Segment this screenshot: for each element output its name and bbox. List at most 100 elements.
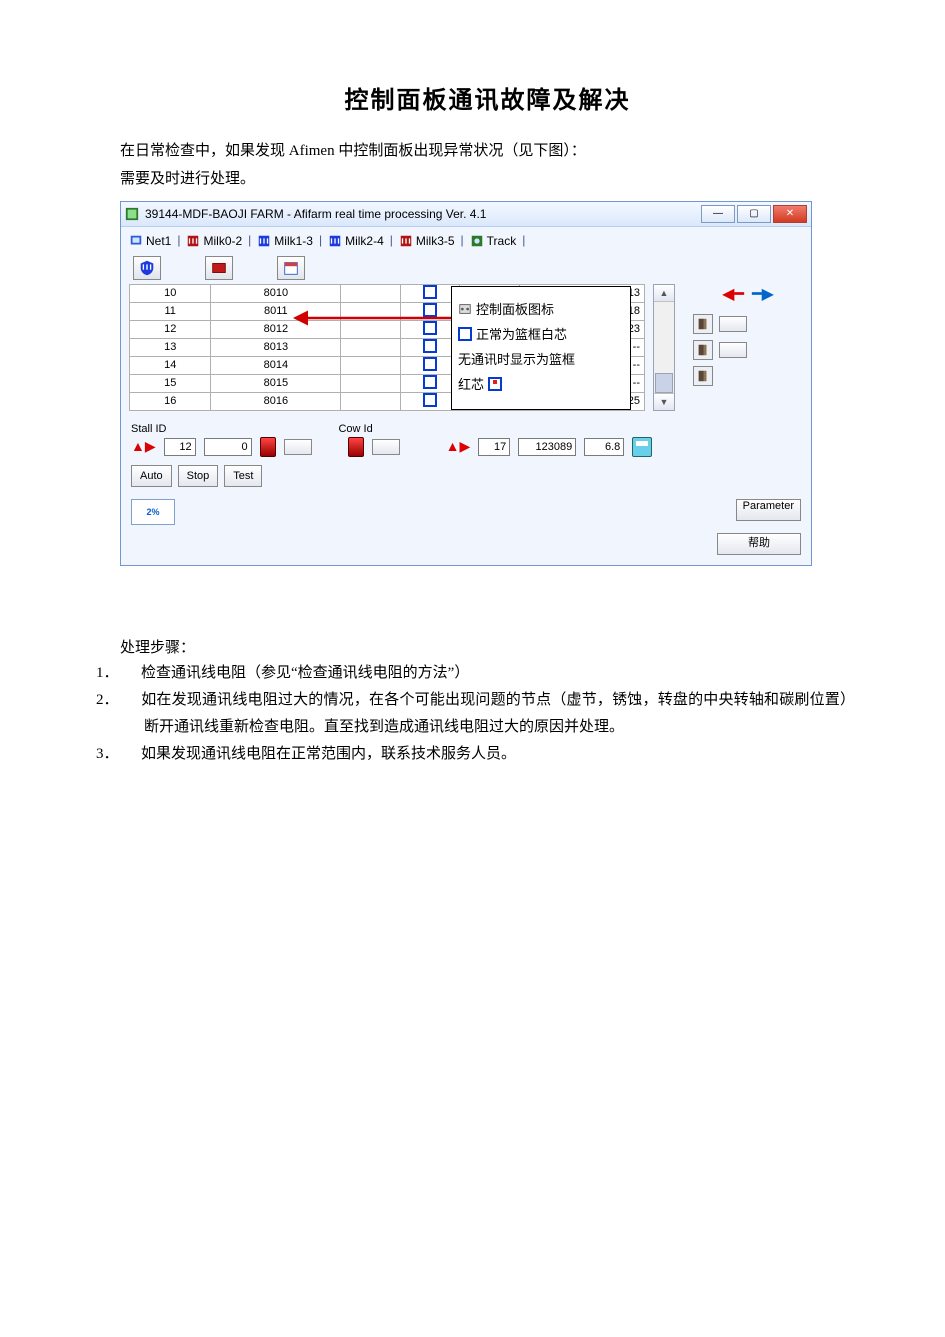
left-idx-field[interactable]: 12 [164, 438, 196, 456]
tab-label: Milk1-3 [274, 234, 313, 248]
red-lamp-icon [260, 437, 276, 457]
panel-row [693, 340, 803, 360]
step-text: 检查通讯线电阻（参见“检查通讯线电阻的方法”） [141, 665, 469, 681]
callout-text: 正常为篮框白芯 [476, 324, 567, 343]
red-cube-icon[interactable] [205, 256, 233, 280]
stall-id: 8016 [211, 392, 341, 410]
step-text: 如果发现通讯线电阻在正常范围内，联系技术服务人员。 [141, 746, 516, 762]
stall-id: 8011 [211, 302, 341, 320]
cow-id-label: Cow Id [338, 423, 372, 435]
door-icon[interactable] [693, 366, 713, 386]
tab-separator: | [177, 233, 180, 247]
row-index: 14 [130, 356, 211, 374]
panel-button[interactable] [719, 316, 747, 332]
shield-icon[interactable] [133, 256, 161, 280]
tab-track[interactable]: Track [470, 233, 517, 248]
tab-milk1-3[interactable]: Milk1-3 [257, 233, 313, 248]
red-lamp-icon [348, 437, 364, 457]
tab-label: Net1 [146, 234, 171, 248]
panel-icon [458, 302, 472, 316]
blue-box-red-icon [488, 377, 502, 391]
intro-line-2: 需要及时进行处理。 [120, 167, 855, 191]
nav-right-icon[interactable]: ━▶ [752, 284, 774, 304]
steps-list: 1．检查通讯线电阻（参见“检查通讯线电阻的方法”） 2．如在发现通讯线电阻过大的… [120, 660, 855, 768]
intro-line-1: 在日常检查中，如果发现 Afimen 中控制面板出现异常状况（见下图）： [120, 139, 855, 163]
bottom-row: 2% Parameter [121, 493, 811, 533]
row-index: 11 [130, 302, 211, 320]
tabs-row: Net1 | Milk0-2 | Milk1-3 | Milk2-4 | [121, 227, 811, 252]
stop-button[interactable]: Stop [178, 465, 219, 487]
scroll-down-icon[interactable]: ▼ [654, 393, 674, 410]
tab-milk0-2[interactable]: Milk0-2 [186, 233, 242, 248]
status-box-icon [423, 393, 437, 407]
callout-line-2: 正常为篮框白芯 [458, 324, 624, 343]
tab-label: Track [487, 234, 517, 248]
close-button[interactable]: ✕ [773, 205, 807, 223]
brand-logo: 2% [131, 499, 175, 525]
tab-separator: | [390, 233, 393, 247]
scroll-thumb[interactable] [655, 373, 673, 393]
stall-id: 8013 [211, 338, 341, 356]
stall-id: 8014 [211, 356, 341, 374]
arrow-up-icon[interactable]: ▲▶ [131, 438, 156, 455]
save-icon[interactable] [632, 437, 652, 457]
door-icon[interactable] [693, 314, 713, 334]
right-cow-field[interactable]: 123089 [518, 438, 576, 456]
embedded-app-window: 39144-MDF-BAOJI FARM - Afifarm real time… [120, 201, 812, 566]
row-index: 15 [130, 374, 211, 392]
minimize-button[interactable]: — [701, 205, 735, 223]
tab-label: Milk3-5 [416, 234, 455, 248]
auto-button[interactable]: Auto [131, 465, 172, 487]
right-panel: ◀━ ━▶ [683, 284, 803, 411]
step-text: 如在发现通讯线电阻过大的情况，在各个可能出现问题的节点（虚节，锈蚀，转盘的中央转… [141, 692, 855, 735]
tab-milk3-5[interactable]: Milk3-5 [399, 233, 455, 248]
stall-id: 8012 [211, 320, 341, 338]
callout-line-4: 红芯 [458, 374, 624, 393]
test-button[interactable]: Test [224, 465, 262, 487]
help-row: 帮助 [121, 533, 811, 565]
stall-id: 8015 [211, 374, 341, 392]
status-box-icon [423, 357, 437, 371]
door-icon[interactable] [693, 340, 713, 360]
milk-icon-red [399, 234, 413, 248]
row-index: 16 [130, 392, 211, 410]
page-title: 控制面板通讯故障及解决 [120, 80, 855, 115]
parameter-button[interactable]: Parameter [736, 499, 801, 521]
help-button[interactable]: 帮助 [717, 533, 801, 555]
panel-button[interactable] [719, 342, 747, 358]
callout-line-3: 无通讯时显示为篮框 [458, 349, 624, 368]
tab-separator: | [461, 233, 464, 247]
track-icon [470, 234, 484, 248]
tab-net1[interactable]: Net1 [129, 233, 171, 248]
milk-icon-red [186, 234, 200, 248]
panel-row [693, 366, 803, 386]
panel-row [693, 314, 803, 334]
step-number: 2． [120, 687, 141, 714]
panel-button[interactable] [372, 439, 400, 455]
status-box-icon [423, 303, 437, 317]
tab-milk2-4[interactable]: Milk2-4 [328, 233, 384, 248]
panel-button[interactable] [284, 439, 312, 455]
nav-left-icon[interactable]: ◀━ [722, 284, 744, 304]
right-idx-field[interactable]: 17 [478, 438, 510, 456]
row-index: 13 [130, 338, 211, 356]
list-item: 2．如在发现通讯线电阻过大的情况，在各个可能出现问题的节点（虚节，锈蚀，转盘的中… [120, 687, 855, 741]
step-number: 3． [120, 741, 141, 768]
stall-id: 8010 [211, 284, 341, 302]
status-box-icon [423, 375, 437, 389]
window-title-buttons: — ▢ ✕ [701, 205, 807, 223]
maximize-button[interactable]: ▢ [737, 205, 771, 223]
right-qty-field[interactable]: 6.8 [584, 438, 624, 456]
scroll-up-icon[interactable]: ▲ [654, 285, 674, 302]
status-box-icon [423, 285, 437, 299]
status-row: Stall ID Cow Id [121, 419, 811, 437]
milk-icon-blue [257, 234, 271, 248]
milk-icon-blue [328, 234, 342, 248]
blue-box-white-icon [458, 327, 472, 341]
callout-text: 控制面板图标 [476, 299, 554, 318]
calendar-icon[interactable] [277, 256, 305, 280]
left-val-field[interactable]: 0 [204, 438, 252, 456]
control-row: Auto Stop Test [121, 459, 811, 493]
scrollbar[interactable]: ▲ ▼ [653, 284, 675, 411]
arrow-up-icon[interactable]: ▲▶ [446, 438, 471, 455]
